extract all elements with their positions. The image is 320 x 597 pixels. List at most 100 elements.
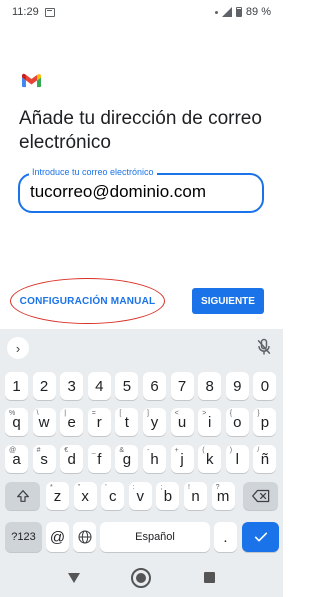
key-0[interactable]: 0: [253, 372, 277, 400]
key-hint: _: [91, 447, 96, 454]
key-q[interactable]: % q: [5, 408, 28, 436]
key-l[interactable]: ) l: [225, 445, 249, 473]
key-hint: <: [174, 410, 179, 417]
key-label: k: [205, 450, 214, 468]
key-period[interactable]: .: [214, 522, 237, 552]
manual-setup-button[interactable]: CONFIGURACIÓN MANUAL: [10, 278, 165, 324]
symbols-key[interactable]: ?123: [5, 522, 42, 552]
key-5[interactable]: 5: [115, 372, 139, 400]
key-label: 6: [150, 377, 159, 395]
key-8[interactable]: 8: [198, 372, 222, 400]
key-1[interactable]: 1: [5, 372, 28, 400]
key-v[interactable]: :v: [128, 482, 152, 510]
check-icon[interactable]: [242, 522, 279, 552]
key-label: h: [150, 450, 159, 468]
key-3[interactable]: 3: [60, 372, 84, 400]
key-d[interactable]: € d: [60, 445, 84, 473]
chevron-right-icon[interactable]: ›: [7, 337, 29, 359]
key-label: @: [49, 528, 66, 546]
backspace-icon[interactable]: [243, 482, 278, 510]
key-hint: }: [257, 410, 260, 417]
key-e[interactable]: | e: [60, 408, 84, 436]
key-label: y: [150, 413, 159, 431]
battery-icon: [235, 7, 242, 17]
key-label: z: [53, 487, 62, 505]
key-label: e: [67, 413, 76, 431]
key-w[interactable]: \ w: [32, 408, 56, 436]
recents-icon[interactable]: [204, 572, 215, 583]
key-label: t: [124, 413, 129, 431]
key-g[interactable]: & g: [115, 445, 139, 473]
key-label: 5: [122, 377, 132, 395]
key-label: b: [163, 487, 173, 505]
key-k[interactable]: (k: [198, 445, 222, 473]
key-c[interactable]: ' c: [101, 482, 125, 510]
key-hint: >: [202, 410, 207, 417]
key-label: c: [108, 487, 117, 505]
key-hint: =: [91, 410, 96, 417]
key-at[interactable]: @: [46, 522, 69, 552]
key-label: 8: [205, 377, 214, 395]
key-x[interactable]: " x: [73, 482, 97, 510]
key-hint: \: [36, 410, 39, 417]
key-hint: /: [257, 447, 260, 454]
key-label: s: [40, 450, 48, 468]
home-icon[interactable]: [131, 568, 151, 588]
system-nav-bar: [0, 559, 283, 597]
key-label: d: [67, 450, 76, 468]
key-h[interactable]: -h: [143, 445, 166, 473]
key-label: 2: [39, 377, 49, 395]
manual-setup-label: CONFIGURACIÓN MANUAL: [19, 295, 156, 307]
key-2[interactable]: 2: [32, 372, 56, 400]
key-label: n: [191, 487, 200, 505]
news-notification-icon: [44, 7, 55, 17]
key-6[interactable]: 6: [143, 372, 166, 400]
key-7[interactable]: 7: [170, 372, 194, 400]
key-n[interactable]: ! n: [184, 482, 207, 510]
back-icon[interactable]: [68, 573, 80, 583]
backspace-icon: [251, 489, 269, 503]
mic-off-icon[interactable]: [254, 337, 274, 357]
key-f[interactable]: _ f: [87, 445, 111, 473]
key-label: ñ: [260, 450, 270, 468]
key-label: 3: [67, 377, 76, 395]
key-t[interactable]: [t: [115, 408, 139, 436]
key-label: v: [136, 487, 145, 505]
key-hint: :: [132, 484, 135, 491]
key-label: j: [180, 450, 184, 468]
key-s[interactable]: # s: [32, 445, 56, 473]
key-r[interactable]: = r: [87, 408, 111, 436]
space-key[interactable]: Español: [100, 522, 210, 552]
key-i[interactable]: > i: [198, 408, 222, 436]
key-ñ[interactable]: / ñ: [253, 445, 277, 473]
key-y[interactable]: ] y: [143, 408, 166, 436]
key-hint: ): [229, 447, 233, 454]
key-b[interactable]: ; b: [156, 482, 180, 510]
key-p[interactable]: } p: [253, 408, 277, 436]
key-9[interactable]: 9: [225, 372, 249, 400]
key-z[interactable]: * z: [46, 482, 69, 510]
key-label: f: [97, 450, 102, 468]
keyboard-toolbar: ›: [0, 329, 283, 364]
shift-icon[interactable]: [5, 482, 40, 510]
key-hint: (: [202, 447, 205, 454]
globe-icon[interactable]: [73, 522, 96, 552]
key-u[interactable]: < u: [170, 408, 194, 436]
key-hint: -: [147, 447, 150, 454]
key-j[interactable]: + j: [170, 445, 194, 473]
key-4[interactable]: 4: [87, 372, 111, 400]
battery-percent: 89 %: [245, 6, 271, 18]
status-bar: 11:29 89 %: [0, 0, 283, 24]
key-label: x: [81, 487, 89, 505]
email-field-value[interactable]: tucorreo@dominio.com: [30, 182, 206, 202]
next-button[interactable]: SIGUIENTE: [192, 288, 264, 314]
key-label: u: [177, 413, 187, 431]
key-m[interactable]: ? m: [211, 482, 235, 510]
key-label: 4: [95, 377, 104, 395]
key-hint: {: [229, 410, 233, 417]
shift-icon: [16, 490, 29, 502]
key-a[interactable]: @ a: [5, 445, 28, 473]
key-hint: !: [188, 484, 190, 491]
key-label: .: [223, 528, 228, 546]
key-o[interactable]: {o: [225, 408, 249, 436]
